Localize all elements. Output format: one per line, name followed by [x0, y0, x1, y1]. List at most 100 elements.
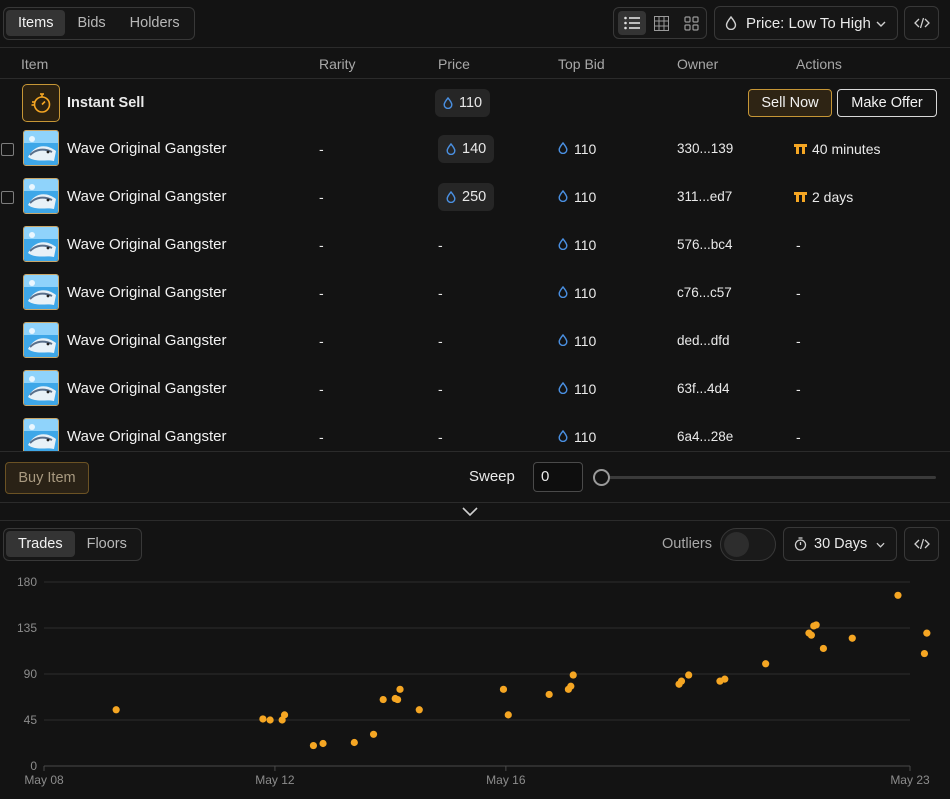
make-offer-button[interactable]: Make Offer — [837, 89, 937, 117]
item-price: 140 — [438, 135, 495, 163]
table-row[interactable]: Wave Original Gangster - - 110 c76...c57… — [0, 270, 950, 318]
table-header: Item Rarity Price Top Bid Owner Actions — [0, 47, 950, 79]
item-top-bid: 110 — [558, 237, 596, 253]
item-top-bid: 110 — [558, 285, 596, 301]
items-list: Wave Original Gangster - 140 110 330...1… — [0, 126, 950, 451]
drop-icon — [558, 334, 568, 346]
drop-icon — [446, 191, 456, 203]
tensor-logo-icon — [794, 192, 807, 202]
item-action: 2 days — [794, 189, 853, 205]
item-action: - — [796, 333, 801, 349]
table-row[interactable]: Wave Original Gangster - - 110 ded...dfd… — [0, 318, 950, 366]
drop-icon — [558, 238, 568, 250]
outliers-label: Outliers — [662, 536, 712, 552]
trade-point — [394, 695, 402, 704]
divider — [0, 520, 950, 521]
sweep-input[interactable]: 0 — [533, 462, 583, 492]
top-toolbar: Items Bids Holders Price: Low To High — [0, 0, 950, 46]
x-tick-label: May 12 — [255, 773, 295, 787]
item-thumbnail — [23, 370, 59, 406]
item-rarity: - — [319, 381, 324, 397]
trade-point — [819, 644, 828, 653]
drop-icon — [443, 97, 453, 109]
compact-grid-icon[interactable] — [646, 11, 676, 35]
item-thumbnail — [23, 130, 59, 166]
table-row[interactable]: Wave Original Gangster - - 110 6a4...28e… — [0, 414, 950, 451]
item-top-bid: 110 — [558, 381, 596, 397]
stopwatch-icon — [794, 537, 807, 551]
x-tick-label: May 16 — [486, 773, 526, 787]
item-thumbnail — [23, 322, 59, 358]
drop-icon — [446, 143, 456, 155]
embed-code-button[interactable] — [904, 6, 939, 40]
item-thumbnail — [23, 178, 59, 214]
item-thumbnail — [23, 274, 59, 310]
item-owner[interactable]: c76...c57 — [677, 285, 732, 300]
period-dropdown[interactable]: 30 Days — [783, 527, 897, 561]
item-owner[interactable]: 330...139 — [677, 141, 733, 156]
column-price[interactable]: Price — [438, 56, 470, 72]
item-name: Wave Original Gangster — [67, 332, 227, 349]
trade-point — [567, 682, 575, 690]
list-view-icon[interactable] — [618, 11, 646, 35]
sweep-label: Sweep — [469, 468, 515, 485]
trade-point — [369, 730, 378, 738]
x-tick-label: May 23 — [890, 773, 930, 787]
sort-label: Price: Low To High — [746, 14, 871, 32]
item-rarity: - — [319, 141, 324, 157]
tab-floors[interactable]: Floors — [75, 531, 139, 557]
buy-item-button[interactable]: Buy Item — [5, 462, 89, 494]
tab-trades[interactable]: Trades — [6, 531, 75, 557]
sweep-slider-handle[interactable] — [593, 469, 610, 486]
sell-now-button[interactable]: Sell Now — [748, 89, 832, 117]
column-top-bid[interactable]: Top Bid — [558, 56, 605, 72]
chevron-down-icon — [876, 542, 885, 548]
item-rarity: - — [319, 189, 324, 205]
tab-holders[interactable]: Holders — [118, 10, 192, 36]
layout-toggle — [613, 7, 707, 39]
trade-point — [762, 660, 770, 668]
column-owner: Owner — [677, 56, 719, 72]
item-owner[interactable]: 63f...4d4 — [677, 381, 730, 396]
buy-bar: Buy Item Sweep 0 — [0, 451, 950, 503]
tab-items[interactable]: Items — [6, 10, 66, 36]
item-name: Wave Original Gangster — [67, 428, 227, 445]
sort-dropdown[interactable]: Price: Low To High — [714, 6, 898, 40]
item-action: - — [796, 429, 801, 445]
item-action: - — [796, 381, 801, 397]
view-tabs: Items Bids Holders — [3, 7, 195, 40]
trade-point — [923, 629, 931, 637]
row-checkbox[interactable] — [1, 191, 14, 204]
tab-bids[interactable]: Bids — [65, 10, 117, 36]
trade-point — [280, 711, 289, 719]
trade-point — [112, 706, 120, 714]
large-grid-icon[interactable] — [676, 11, 706, 35]
item-owner[interactable]: 311...ed7 — [677, 189, 732, 204]
toggle-knob — [724, 532, 749, 557]
drop-icon — [558, 190, 568, 202]
row-checkbox[interactable] — [1, 143, 14, 156]
item-owner[interactable]: ded...dfd — [677, 333, 730, 348]
item-owner[interactable]: 6a4...28e — [677, 429, 733, 444]
collapse-chevron-icon[interactable] — [459, 504, 481, 518]
table-row[interactable]: Wave Original Gangster - 140 110 330...1… — [0, 126, 950, 174]
table-row[interactable]: Wave Original Gangster - - 110 576...bc4… — [0, 222, 950, 270]
instant-sell-label: Instant Sell — [67, 95, 145, 111]
table-row[interactable]: Wave Original Gangster - - 110 63f...4d4… — [0, 366, 950, 414]
column-actions: Actions — [796, 56, 842, 72]
column-rarity[interactable]: Rarity — [319, 56, 356, 72]
trade-point — [319, 739, 327, 748]
table-row[interactable]: Wave Original Gangster - 250 110 311...e… — [0, 174, 950, 222]
outliers-toggle[interactable] — [720, 528, 776, 561]
y-tick-label: 45 — [24, 713, 38, 727]
sweep-slider-track[interactable] — [601, 476, 936, 479]
item-name: Wave Original Gangster — [67, 140, 227, 157]
item-price: - — [438, 333, 443, 349]
item-action: - — [796, 237, 801, 253]
item-action: - — [796, 285, 801, 301]
trade-point — [677, 677, 686, 685]
item-action: 40 minutes — [794, 141, 880, 157]
chart-embed-code-button[interactable] — [904, 527, 939, 561]
item-name: Wave Original Gangster — [67, 380, 227, 397]
item-owner[interactable]: 576...bc4 — [677, 237, 733, 252]
